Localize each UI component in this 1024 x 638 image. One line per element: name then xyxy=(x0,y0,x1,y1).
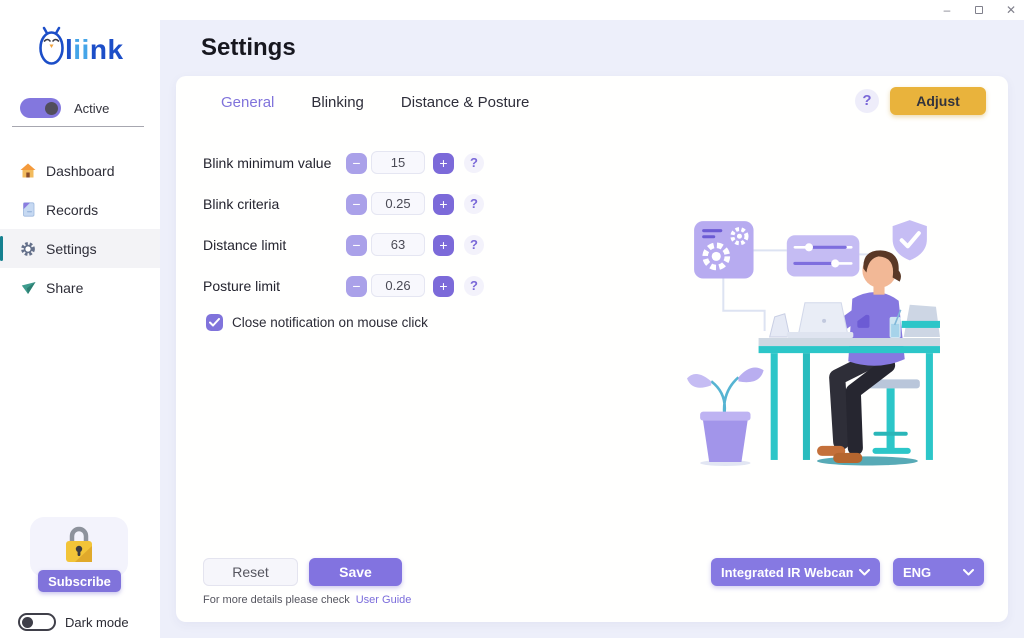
sidebar-divider xyxy=(12,126,144,127)
webcam-dropdown[interactable]: Integrated IR Webcam xyxy=(711,558,880,586)
maximize-button[interactable] xyxy=(972,0,986,20)
dark-mode-label: Dark mode xyxy=(65,615,129,630)
setting-label: Blink minimum value xyxy=(203,155,331,171)
reset-button[interactable]: Reset xyxy=(203,558,298,586)
tab-distance-posture[interactable]: Distance & Posture xyxy=(401,94,529,111)
setting-label: Distance limit xyxy=(203,237,286,253)
check-icon xyxy=(209,318,220,327)
sidebar-item-label: Records xyxy=(46,202,98,218)
checkbox-label: Close notification on mouse click xyxy=(232,315,428,330)
help-icon[interactable]: ? xyxy=(464,276,484,296)
user-guide-link[interactable]: User Guide xyxy=(356,594,412,606)
active-toggle-label: Active xyxy=(74,101,109,116)
sidebar-item-records[interactable]: Records xyxy=(0,190,160,229)
sidebar-item-dashboard[interactable]: Dashboard xyxy=(0,151,160,190)
house-icon xyxy=(20,163,36,179)
value-text: 0.26 xyxy=(385,278,410,293)
settings-card: General Blinking Distance & Posture ? Ad… xyxy=(176,76,1008,622)
notification-checkbox-row: Close notification on mouse click xyxy=(206,314,428,331)
subscribe-button[interactable]: Subscribe xyxy=(38,570,121,592)
sidebar-item-label: Share xyxy=(46,280,83,296)
sidebar-item-label: Settings xyxy=(46,241,97,257)
window-controls: – ✕ xyxy=(940,0,1018,20)
value-text: 63 xyxy=(391,237,405,252)
increment-button[interactable]: + xyxy=(433,153,454,174)
checkbox[interactable] xyxy=(206,314,223,331)
sidebar-item-settings[interactable]: Settings xyxy=(0,229,160,268)
toggle-knob xyxy=(45,102,58,115)
window-titlebar: – ✕ xyxy=(0,0,1024,20)
sidebar-nav: Dashboard Records Settings Share xyxy=(0,151,160,307)
tab-general[interactable]: General xyxy=(221,94,274,111)
value-field[interactable]: 0.25 xyxy=(371,192,425,215)
dark-mode-row: Dark mode xyxy=(18,613,129,631)
value-text: 15 xyxy=(391,155,405,170)
setting-label: Posture limit xyxy=(203,278,280,294)
page-title: Settings xyxy=(201,34,296,62)
minimize-button[interactable]: – xyxy=(940,0,954,20)
sidebar: liink Active Dashboard Records xyxy=(0,0,160,638)
help-icon[interactable]: ? xyxy=(464,194,484,214)
lock-icon xyxy=(59,521,99,576)
active-toggle[interactable] xyxy=(20,98,61,118)
toggle-knob xyxy=(22,617,33,628)
decrement-button[interactable]: − xyxy=(346,153,367,174)
tab-blinking[interactable]: Blinking xyxy=(311,94,364,111)
app-window: – ✕ liink Active D xyxy=(0,0,1024,638)
language-dropdown[interactable]: ENG xyxy=(893,558,984,586)
value-field[interactable]: 15 xyxy=(371,151,425,174)
webcam-dropdown-value: Integrated IR Webcam xyxy=(721,565,853,580)
sidebar-item-label: Dashboard xyxy=(46,163,115,179)
footer-note-text: For more details please check xyxy=(203,594,350,606)
increment-button[interactable]: + xyxy=(433,276,454,297)
increment-button[interactable]: + xyxy=(433,194,454,215)
close-button[interactable]: ✕ xyxy=(1004,0,1018,20)
increment-button[interactable]: + xyxy=(433,235,454,256)
decrement-button[interactable]: − xyxy=(346,276,367,297)
logo-text: liink xyxy=(65,36,124,66)
chevron-down-icon xyxy=(859,569,870,576)
decrement-button[interactable]: − xyxy=(346,235,367,256)
help-icon[interactable]: ? xyxy=(464,153,484,173)
help-icon[interactable]: ? xyxy=(855,89,879,113)
owl-logo-icon xyxy=(38,22,65,66)
value-text: 0.25 xyxy=(385,196,410,211)
gear-icon xyxy=(20,241,36,257)
app-logo: liink xyxy=(38,22,124,66)
status-toggle-row: Active xyxy=(20,98,109,118)
workspace-illustration xyxy=(686,208,940,466)
tab-bar: General Blinking Distance & Posture xyxy=(221,94,529,111)
adjust-button[interactable]: Adjust xyxy=(890,87,986,115)
subscribe-card: Subscribe xyxy=(30,517,128,577)
language-dropdown-value: ENG xyxy=(903,565,957,580)
maximize-icon xyxy=(975,6,983,14)
setting-label: Blink criteria xyxy=(203,196,279,212)
dark-mode-toggle[interactable] xyxy=(18,613,56,631)
value-field[interactable]: 0.26 xyxy=(371,274,425,297)
footer-note: For more details please check User Guide xyxy=(203,594,411,606)
share-icon xyxy=(20,280,36,296)
save-button[interactable]: Save xyxy=(309,558,402,586)
chevron-down-icon xyxy=(963,569,974,576)
notes-icon xyxy=(20,202,36,218)
value-field[interactable]: 63 xyxy=(371,233,425,256)
sidebar-item-share[interactable]: Share xyxy=(0,268,160,307)
help-icon[interactable]: ? xyxy=(464,235,484,255)
decrement-button[interactable]: − xyxy=(346,194,367,215)
